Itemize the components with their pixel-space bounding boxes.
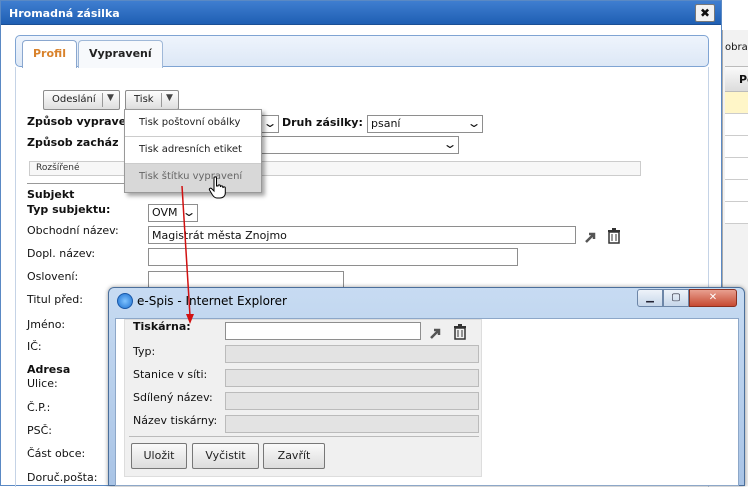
dialog-title: Hromadná zásilka [9, 7, 120, 20]
adresa-heading: Adresa [27, 363, 71, 376]
zpusob-zachazeni-label: Způsob zacház [27, 136, 119, 149]
jmeno-label: Jméno: [27, 318, 66, 331]
doruc-posta-label: Doruč.pošta: [27, 471, 98, 484]
trash-icon[interactable] [607, 228, 621, 244]
dopl-nazev-label: Dopl. název: [27, 247, 96, 260]
zpusob-vypraveni-select[interactable]: ⌄ [259, 115, 279, 133]
tisk-label: Tisk [134, 94, 154, 105]
osloveni-label: Oslovení: [27, 270, 79, 283]
chevron-down-icon: ⌄ [442, 137, 458, 151]
typ-subjektu-select[interactable]: OVM ⌄ [148, 204, 198, 222]
ie-content: Tiskárna: Typ: Stanice v síti: Sdílený n… [115, 318, 739, 486]
typ-field [225, 345, 479, 363]
odeslani-label: Odeslání [52, 94, 96, 105]
menu-item-tisk-etiket[interactable]: Tisk adresních etiket [125, 137, 261, 164]
background-table-row[interactable] [725, 114, 748, 136]
hand-cursor-icon [208, 176, 226, 199]
chevron-down-icon: ⌄ [262, 116, 278, 130]
zpusob-vypraveni-label: Způsob vyprave [27, 115, 127, 128]
background-table-row[interactable] [725, 92, 748, 114]
maximize-button[interactable]: ▢ [663, 289, 689, 307]
nazev-tiskarny-field [225, 415, 479, 433]
sdileny-field [225, 392, 479, 410]
stanice-field [225, 369, 479, 387]
titul-pred-label: Titul před: [27, 293, 83, 306]
chevron-down-icon: ▼ [107, 93, 114, 103]
ie-logo-icon [117, 293, 133, 309]
close-button[interactable]: ✖ [695, 4, 715, 22]
cp-label: Č.P.: [27, 401, 51, 414]
background-table-row[interactable] [725, 202, 748, 224]
background-table-header: Po [725, 66, 748, 92]
menu-item-tisk-stitku[interactable]: Tisk štítku vypravení [125, 164, 261, 192]
ie-window-title: e-Spis - Internet Explorer [137, 294, 287, 308]
menu-item-tisk-obalky[interactable]: Tisk poštovní obálky [125, 110, 261, 137]
rozsirene-label: Rozšířené [36, 163, 80, 173]
tisk-dropdown-menu: Tisk poštovní obálky Tisk adresních etik… [124, 109, 262, 193]
obchodni-nazev-label: Obchodní název: [27, 224, 119, 237]
arrow-icon[interactable] [583, 229, 599, 245]
odeslani-button[interactable]: Odeslání ▼ [43, 90, 120, 110]
subjekt-heading: Subjekt [27, 188, 75, 201]
ulice-label: Ulice: [27, 377, 58, 390]
zpusob-zachazeni-select[interactable]: ⌄ [259, 136, 459, 154]
chevron-down-icon: ▼ [166, 93, 173, 103]
button-separator [102, 93, 103, 107]
ic-label: IČ: [27, 340, 42, 353]
arrow-icon[interactable] [428, 325, 444, 341]
obchodni-nazev-input[interactable]: Magistrát města Znojmo [148, 226, 576, 244]
tab-bar: Profil Vypravení [15, 35, 709, 68]
chevron-down-icon: ⌄ [466, 116, 482, 130]
druh-zasilky-select[interactable]: psaní ⌄ [367, 115, 483, 133]
zavrit-button[interactable]: Zavřít [263, 443, 325, 469]
dialog-titlebar: Hromadná zásilka ✖ [1, 1, 721, 25]
background-table-row[interactable] [725, 180, 748, 202]
typ-subjektu-value: OVM [152, 206, 178, 219]
psc-label: PSČ: [27, 424, 53, 437]
tab-profil[interactable]: Profil [22, 40, 77, 68]
ie-popup-window: e-Spis - Internet Explorer ▁ ▢ ✕ Tiskárn… [108, 287, 745, 486]
background-table-row[interactable] [725, 136, 748, 158]
druh-zasilky-label: Druh zásilky: [282, 116, 363, 129]
ulozit-button[interactable]: Uložit [131, 443, 187, 469]
background-table-row[interactable] [725, 158, 748, 180]
typ-label: Typ: [133, 345, 156, 358]
chevron-down-icon: ⌄ [181, 205, 197, 219]
trash-icon[interactable] [453, 324, 467, 340]
dopl-nazev-input[interactable] [148, 248, 518, 266]
minimize-button[interactable]: ▁ [637, 289, 663, 307]
rozsirene-section[interactable]: Rozšířené [29, 161, 641, 176]
tisk-button[interactable]: Tisk ▼ [125, 90, 179, 110]
tiskarna-input[interactable] [225, 322, 421, 340]
nazev-tiskarny-label: Název tiskárny: [133, 414, 218, 427]
druh-zasilky-value: psaní [371, 117, 401, 130]
button-separator [161, 93, 162, 107]
tiskarna-label: Tiskárna: [133, 320, 191, 333]
background-window-text: obraz [725, 42, 748, 53]
stanice-label: Stanice v síti: [133, 368, 208, 381]
tab-vypraveni[interactable]: Vypravení [78, 40, 163, 68]
printer-form: Tiskárna: Typ: Stanice v síti: Sdílený n… [124, 319, 482, 477]
sdileny-label: Sdílený název: [133, 391, 213, 404]
divider [129, 436, 479, 437]
window-close-button[interactable]: ✕ [689, 289, 737, 307]
typ-subjektu-label: Typ subjektu: [27, 203, 111, 216]
cast-obce-label: Část obce: [27, 447, 86, 460]
vycistit-button[interactable]: Vyčistit [192, 443, 259, 469]
